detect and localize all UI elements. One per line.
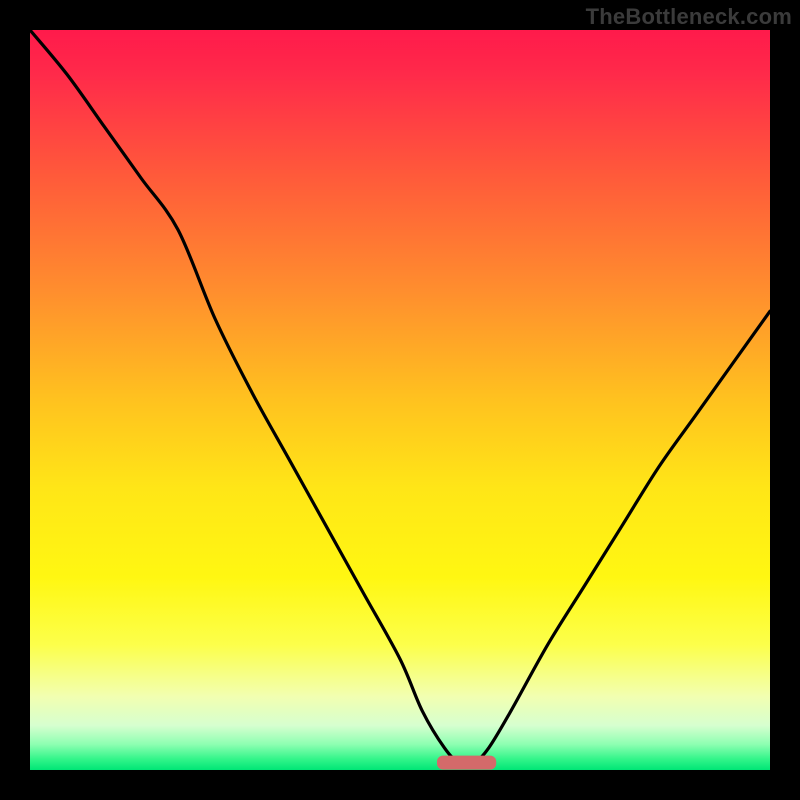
watermark-text: TheBottleneck.com — [586, 4, 792, 30]
optimal-marker — [437, 756, 496, 770]
chart-plot — [30, 30, 770, 770]
chart-frame: TheBottleneck.com — [0, 0, 800, 800]
